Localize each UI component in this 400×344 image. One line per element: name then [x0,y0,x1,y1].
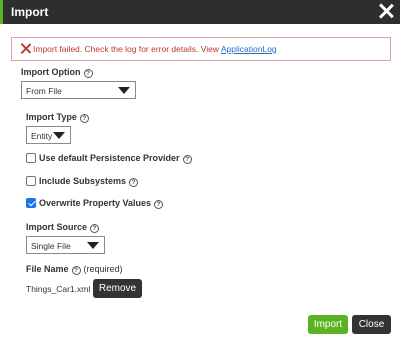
required-hint: (required) [83,264,123,274]
help-icon[interactable]: ? [83,69,93,78]
use-default-persistence-text: Use default Persistence Provider [39,153,180,163]
help-icon[interactable]: ? [182,155,192,164]
import-type-label-text: Import Type [26,112,77,122]
dialog-title: Import [11,5,49,19]
include-subsystems-label: Include Subsystems? [39,176,139,187]
error-message-text: Import failed. Check the log for error d… [33,44,221,54]
overwrite-property-values-checkbox[interactable] [26,198,36,208]
import-source-label-text: Import Source [26,222,88,232]
help-icon[interactable]: ? [71,266,81,275]
error-message: Import failed. Check the log for error d… [33,44,277,54]
application-log-link[interactable]: ApplicationLog [221,44,277,54]
help-icon[interactable]: ? [154,200,164,209]
close-button[interactable]: Close [352,315,391,334]
import-type-select[interactable]: Entity [26,126,71,144]
overwrite-property-values-text: Overwrite Property Values [39,198,152,208]
help-icon[interactable]: ? [129,178,139,187]
file-name-value: Things_Car1.xml [26,284,91,294]
use-default-persistence-checkbox[interactable] [26,153,36,163]
overwrite-property-values-label: Overwrite Property Values? [39,198,164,209]
import-option-value: From File [26,86,62,96]
help-icon[interactable]: ? [79,114,89,123]
use-default-persistence-label: Use default Persistence Provider? [39,153,192,164]
import-type-label: Import Type? [26,112,89,123]
help-icon[interactable]: ? [90,224,100,233]
dialog-titlebar: Import [0,0,400,24]
import-dialog: Import Import failed. Check the log for … [0,0,400,344]
import-source-select[interactable]: Single File [26,236,105,254]
include-subsystems-checkbox[interactable] [26,176,36,186]
import-source-label: Import Source? [26,222,100,233]
error-banner: Import failed. Check the log for error d… [11,37,391,61]
dropdown-arrow-icon [118,87,130,94]
file-name-label-text: File Name [26,264,69,274]
import-option-label: Import Option? [21,67,93,78]
remove-button[interactable]: Remove [93,279,142,298]
import-option-select[interactable]: From File [21,81,136,99]
dropdown-arrow-icon [53,132,65,139]
import-button[interactable]: Import [308,315,348,334]
close-icon[interactable] [377,2,395,20]
import-option-label-text: Import Option [21,67,81,77]
error-x-icon [20,43,31,54]
file-name-label: File Name? (required) [26,264,123,275]
import-source-value: Single File [31,241,71,251]
include-subsystems-text: Include Subsystems [39,176,127,186]
dropdown-arrow-icon [87,242,99,249]
import-type-value: Entity [31,131,53,141]
